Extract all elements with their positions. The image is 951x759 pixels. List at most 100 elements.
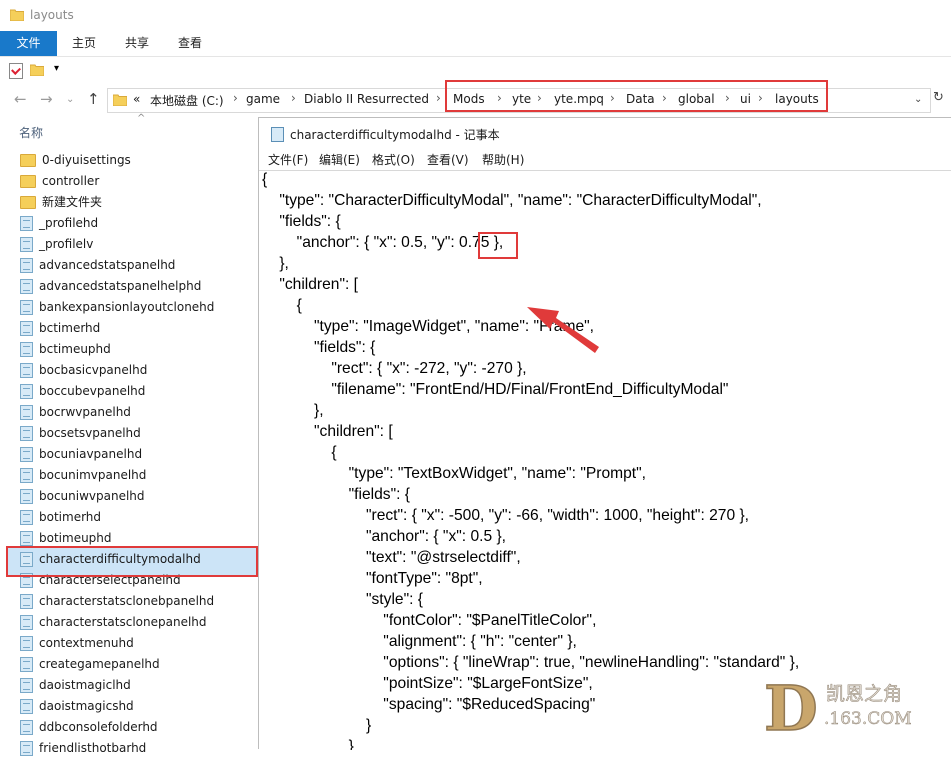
file-item[interactable]: characterstatsclonebpanelhd xyxy=(20,591,214,612)
file-item[interactable]: characterstatsclonepanelhd xyxy=(20,612,207,633)
file-name: daoistmagicshd xyxy=(39,699,134,713)
file-icon xyxy=(20,615,33,630)
file-item[interactable]: _profilelv xyxy=(20,234,93,255)
file-name: characterstatsclonebpanelhd xyxy=(39,594,215,608)
red-arrow-annotation xyxy=(527,307,599,353)
file-icon xyxy=(20,468,33,483)
file-icon xyxy=(20,510,33,525)
refresh-icon[interactable]: ↻ xyxy=(933,90,944,105)
tab-view[interactable]: 查看 xyxy=(166,31,214,56)
file-item[interactable]: bocbasicvpanelhd xyxy=(20,360,147,381)
breadcrumb-item[interactable]: game xyxy=(246,92,280,106)
watermark-text-bottom: .163.COM xyxy=(824,709,912,729)
menu-edit[interactable]: 编辑(E) xyxy=(319,151,360,168)
up-arrow-icon[interactable]: ↑ xyxy=(87,90,100,108)
folder-icon xyxy=(20,196,36,209)
breadcrumb-overflow[interactable]: « xyxy=(133,92,140,106)
watermark-text-top: 凯恩之角 xyxy=(826,683,902,705)
file-item[interactable]: advancedstatspanelhd xyxy=(20,255,175,276)
properties-icon[interactable] xyxy=(9,63,23,79)
file-item[interactable]: bctimerhd xyxy=(20,318,100,339)
file-name: bocuniwvpanelhd xyxy=(39,489,145,503)
file-icon xyxy=(20,678,33,693)
folder-item[interactable]: controller xyxy=(20,171,99,192)
breadcrumb-separator: › xyxy=(291,91,296,105)
address-highlight-box xyxy=(445,80,828,112)
file-item[interactable]: daoistmagicshd xyxy=(20,696,134,717)
file-item[interactable]: botimerhd xyxy=(20,507,101,528)
file-name: botimerhd xyxy=(39,510,102,524)
new-folder-icon[interactable] xyxy=(30,63,44,76)
file-item[interactable]: creategamepanelhd xyxy=(20,654,160,675)
file-name: controller xyxy=(42,174,100,188)
file-item[interactable]: bocuniavpanelhd xyxy=(20,444,142,465)
breadcrumb-item[interactable]: Diablo II Resurrected xyxy=(304,92,429,106)
file-icon xyxy=(20,342,33,357)
menu-help[interactable]: 帮助(H) xyxy=(482,151,524,168)
folder-icon xyxy=(10,9,24,21)
folder-icon xyxy=(20,175,36,188)
file-icon xyxy=(20,363,33,378)
file-item[interactable]: contextmenuhd xyxy=(20,633,134,654)
file-icon xyxy=(20,699,33,714)
file-icon xyxy=(20,489,33,504)
menu-view[interactable]: 查看(V) xyxy=(427,151,469,168)
file-item[interactable]: boccubevpanelhd xyxy=(20,381,145,402)
notepad-icon xyxy=(271,127,284,142)
menu-file[interactable]: 文件(F) xyxy=(268,151,308,168)
tab-share[interactable]: 共享 xyxy=(113,31,161,56)
file-icon xyxy=(20,594,33,609)
file-item[interactable]: advancedstatspanelhelphd xyxy=(20,276,201,297)
breadcrumb-item[interactable]: 本地磁盘 (C:) xyxy=(150,92,224,109)
file-name: daoistmagiclhd xyxy=(39,678,131,692)
file-icon xyxy=(20,237,33,252)
file-item[interactable]: bocunimvpanelhd xyxy=(20,465,146,486)
tab-home[interactable]: 主页 xyxy=(60,31,108,56)
file-item[interactable]: _profilehd xyxy=(20,213,98,234)
file-icon xyxy=(20,741,33,756)
file-name: 0-diyuisettings xyxy=(42,153,131,167)
file-name: bankexpansionlayoutclonehd xyxy=(39,300,215,314)
forward-arrow-icon[interactable]: → xyxy=(40,90,53,108)
file-icon xyxy=(20,447,33,462)
file-icon xyxy=(20,405,33,420)
back-arrow-icon[interactable]: ← xyxy=(14,90,27,108)
file-name: bocuniavpanelhd xyxy=(39,447,143,461)
recent-dropdown-icon[interactable]: ⌄ xyxy=(66,94,74,105)
file-name: bocrwvpanelhd xyxy=(39,405,131,419)
folder-item[interactable]: 新建文件夹 xyxy=(20,192,102,213)
file-name: contextmenuhd xyxy=(39,636,134,650)
file-item[interactable]: bocsetsvpanelhd xyxy=(20,423,141,444)
file-item[interactable]: daoistmagiclhd xyxy=(20,675,131,696)
watermark-letter: D xyxy=(764,672,818,743)
ribbon-tabs: 文件 主页 共享 查看 xyxy=(0,31,951,57)
tab-file[interactable]: 文件 xyxy=(0,31,57,56)
folder-item[interactable]: 0-diyuisettings xyxy=(20,150,131,171)
notepad-text-area[interactable]: { "type": "CharacterDifficultyModal", "n… xyxy=(259,170,951,750)
menu-format[interactable]: 格式(O) xyxy=(372,151,415,168)
file-name: _profilelv xyxy=(39,237,94,251)
column-header-name[interactable]: 名称 xyxy=(19,124,43,141)
file-item[interactable]: bocuniwvpanelhd xyxy=(20,486,145,507)
notepad-title: characterdifficultymodalhd - 记事本 xyxy=(290,128,500,142)
file-icon xyxy=(20,321,33,336)
file-icon xyxy=(20,426,33,441)
notepad-titlebar: characterdifficultymodalhd - 记事本 xyxy=(259,118,951,147)
breadcrumb-separator: › xyxy=(436,91,441,105)
file-icon xyxy=(20,258,33,273)
file-name: ddbconsolefolderhd xyxy=(39,720,158,734)
file-icon xyxy=(20,279,33,294)
address-dropdown-icon[interactable]: ⌄ xyxy=(914,94,922,105)
file-item[interactable]: ddbconsolefolderhd xyxy=(20,717,158,738)
file-name: botimeuphd xyxy=(39,531,112,545)
sort-ascending-icon: ^ xyxy=(137,113,146,124)
file-item[interactable]: friendlisthotbarhd xyxy=(20,738,146,759)
file-icon xyxy=(20,531,33,546)
selected-file-highlight-box xyxy=(6,546,258,577)
file-name: advancedstatspanelhd xyxy=(39,258,176,272)
file-item[interactable]: bocrwvpanelhd xyxy=(20,402,131,423)
file-item[interactable]: bankexpansionlayoutclonehd xyxy=(20,297,214,318)
file-item[interactable]: bctimeuphd xyxy=(20,339,111,360)
customize-toolbar-icon[interactable]: ▾ xyxy=(54,63,59,74)
file-icon xyxy=(20,636,33,651)
